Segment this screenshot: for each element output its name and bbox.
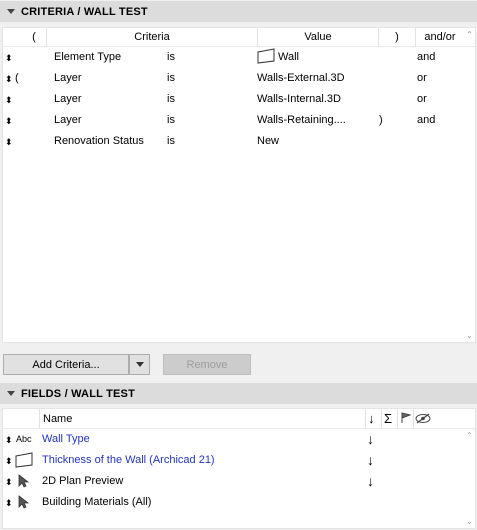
criteria-cell[interactable]: Layer bbox=[54, 93, 82, 105]
operator-cell[interactable]: is bbox=[167, 93, 175, 105]
operator-cell[interactable]: is bbox=[167, 72, 175, 84]
chevron-down-icon bbox=[135, 362, 144, 367]
fields-section-title: FIELDS / WALL TEST bbox=[21, 387, 136, 400]
criteria-scrollbar[interactable]: ⌃ ⌄ bbox=[465, 28, 475, 342]
sort-arrow-icon[interactable]: ↓ bbox=[367, 473, 374, 489]
column-name[interactable]: Name bbox=[43, 413, 72, 425]
andor-cell[interactable]: or bbox=[417, 93, 427, 105]
sort-arrow-icon[interactable]: ↓ bbox=[367, 452, 374, 468]
cursor-arrow-icon bbox=[18, 495, 30, 512]
criteria-row[interactable]: ⬍ Layer is Walls-Internal.3D or bbox=[3, 89, 475, 110]
drag-handle-icon[interactable]: ⬍ bbox=[5, 94, 13, 106]
hidden-eye-icon[interactable] bbox=[415, 413, 431, 427]
andor-cell[interactable]: and bbox=[417, 114, 435, 126]
wall-shape-icon bbox=[15, 452, 34, 471]
field-name[interactable]: Building Materials (All) bbox=[42, 496, 151, 508]
fields-table: Name ↓ Σ ⬍ Abc Wall Type ↓ ⬍ Thickness o… bbox=[2, 408, 476, 529]
drag-handle-icon[interactable]: ⬍ bbox=[5, 115, 13, 127]
column-andor[interactable]: and/or bbox=[416, 31, 464, 43]
operator-cell[interactable]: is bbox=[167, 114, 175, 126]
drag-handle-icon[interactable]: ⬍ bbox=[5, 476, 13, 488]
andor-cell[interactable]: or bbox=[417, 72, 427, 84]
abc-text-icon: Abc bbox=[16, 434, 32, 444]
wall-shape-icon bbox=[257, 48, 276, 67]
field-name[interactable]: Thickness of the Wall (Archicad 21) bbox=[42, 454, 215, 466]
value-cell[interactable]: Walls-Internal.3D bbox=[257, 93, 341, 105]
criteria-table-header: ( Criteria Value ) and/or bbox=[3, 28, 475, 47]
field-row[interactable]: ⬍ Thickness of the Wall (Archicad 21) ↓ bbox=[3, 450, 475, 471]
criteria-section-header[interactable]: CRITERIA / WALL TEST bbox=[0, 1, 477, 22]
collapse-triangle-icon[interactable] bbox=[7, 391, 15, 396]
add-criteria-button[interactable]: Add Criteria... bbox=[3, 354, 129, 375]
drag-handle-icon[interactable]: ⬍ bbox=[5, 73, 13, 85]
sort-arrow-icon[interactable]: ↓ bbox=[368, 411, 375, 426]
scroll-up-icon[interactable]: ⌃ bbox=[466, 431, 473, 440]
criteria-section-title: CRITERIA / WALL TEST bbox=[21, 5, 148, 18]
add-criteria-dropdown-button[interactable] bbox=[129, 354, 150, 375]
operator-cell[interactable]: is bbox=[167, 51, 175, 63]
scroll-down-icon[interactable]: ⌄ bbox=[466, 331, 473, 340]
criteria-row[interactable]: ⬍ Layer is Walls-Retaining.... ) and bbox=[3, 110, 475, 131]
criteria-cell[interactable]: Layer bbox=[54, 72, 82, 84]
criteria-row[interactable]: ⬍ Element Type is Wall and bbox=[3, 47, 475, 68]
criteria-row[interactable]: ⬍ ( Layer is Walls-External.3D or bbox=[3, 68, 475, 89]
criteria-table: ( Criteria Value ) and/or ⬍ Element Type… bbox=[2, 27, 476, 343]
criteria-cell[interactable]: Layer bbox=[54, 114, 82, 126]
value-cell[interactable]: Wall bbox=[278, 51, 299, 63]
column-close-paren[interactable]: ) bbox=[379, 31, 415, 43]
cursor-arrow-icon bbox=[18, 474, 30, 491]
operator-cell[interactable]: is bbox=[167, 135, 175, 147]
criteria-cell[interactable]: Element Type bbox=[54, 51, 121, 63]
drag-handle-icon[interactable]: ⬍ bbox=[5, 434, 13, 446]
value-cell[interactable]: New bbox=[257, 135, 279, 147]
collapse-triangle-icon[interactable] bbox=[7, 9, 15, 14]
remove-button[interactable]: Remove bbox=[163, 354, 251, 375]
criteria-cell[interactable]: Renovation Status bbox=[54, 135, 144, 147]
drag-handle-icon[interactable]: ⬍ bbox=[5, 455, 13, 467]
column-value[interactable]: Value bbox=[258, 31, 378, 43]
remove-label: Remove bbox=[186, 358, 228, 371]
fields-table-header: Name ↓ Σ bbox=[3, 409, 475, 429]
drag-handle-icon[interactable]: ⬍ bbox=[5, 497, 13, 509]
field-row[interactable]: ⬍ 2D Plan Preview ↓ bbox=[3, 471, 475, 492]
field-name[interactable]: 2D Plan Preview bbox=[42, 475, 123, 487]
fields-scrollbar[interactable]: ⌃ ⌄ bbox=[465, 429, 475, 528]
flag-icon[interactable] bbox=[400, 412, 412, 427]
column-open-paren[interactable]: ( bbox=[29, 31, 39, 43]
scroll-up-icon[interactable]: ⌃ bbox=[466, 30, 473, 39]
sort-arrow-icon[interactable]: ↓ bbox=[367, 431, 374, 447]
drag-handle-icon[interactable]: ⬍ bbox=[5, 136, 13, 148]
value-cell[interactable]: Walls-External.3D bbox=[257, 72, 345, 84]
fields-section-header[interactable]: FIELDS / WALL TEST bbox=[0, 383, 477, 404]
drag-handle-icon[interactable]: ⬍ bbox=[5, 52, 13, 64]
sum-icon[interactable]: Σ bbox=[384, 411, 392, 426]
close-paren-cell[interactable]: ) bbox=[379, 114, 383, 126]
open-paren-cell[interactable]: ( bbox=[15, 72, 19, 84]
value-cell[interactable]: Walls-Retaining.... bbox=[257, 114, 346, 126]
criteria-row[interactable]: ⬍ Renovation Status is New bbox=[3, 131, 475, 152]
scroll-down-icon[interactable]: ⌄ bbox=[466, 517, 473, 526]
field-name[interactable]: Wall Type bbox=[42, 433, 90, 445]
andor-cell[interactable]: and bbox=[417, 51, 435, 63]
column-criteria[interactable]: Criteria bbox=[47, 31, 257, 43]
add-criteria-label: Add Criteria... bbox=[32, 358, 100, 371]
field-row[interactable]: ⬍ Abc Wall Type ↓ bbox=[3, 429, 475, 450]
field-row[interactable]: ⬍ Building Materials (All) bbox=[3, 492, 475, 513]
